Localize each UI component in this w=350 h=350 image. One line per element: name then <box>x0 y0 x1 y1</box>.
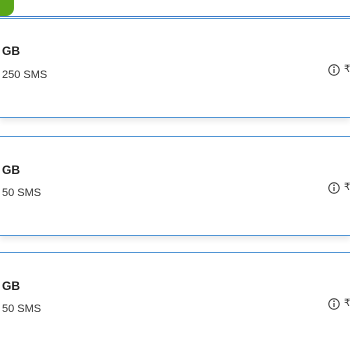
card-top-border <box>0 136 350 137</box>
plan-data-amount: GB <box>2 279 20 293</box>
price-fragment: ₹ <box>344 64 350 75</box>
card-bottom-border <box>0 117 350 118</box>
plan-card[interactable]: GB 250 SMS ₹ <box>0 18 350 118</box>
plan-data-amount: GB <box>2 44 20 58</box>
info-icon[interactable] <box>328 182 340 194</box>
price-fragment: ₹ <box>344 182 350 193</box>
plan-sms-amount: 50 SMS <box>2 187 42 199</box>
info-icon[interactable] <box>328 64 340 76</box>
card-top-border <box>0 18 350 19</box>
plan-card[interactable]: GB 50 SMS ₹ <box>0 252 350 350</box>
tab-divider <box>0 16 350 17</box>
plan-sms-amount: 250 SMS <box>2 69 48 81</box>
price-fragment: ₹ <box>344 298 350 309</box>
plan-data-amount: GB <box>2 163 20 177</box>
card-top-border <box>0 252 350 253</box>
info-icon[interactable] <box>328 298 340 310</box>
plan-card[interactable]: GB 50 SMS ₹ <box>0 136 350 236</box>
plans-list-page: GB 250 SMS ₹ GB 50 SMS ₹ GB 50 SMS ₹ <box>0 0 350 350</box>
card-bottom-border <box>0 235 350 236</box>
plan-sms-amount: 50 SMS <box>2 303 42 315</box>
selected-tab-indicator[interactable] <box>0 0 14 16</box>
